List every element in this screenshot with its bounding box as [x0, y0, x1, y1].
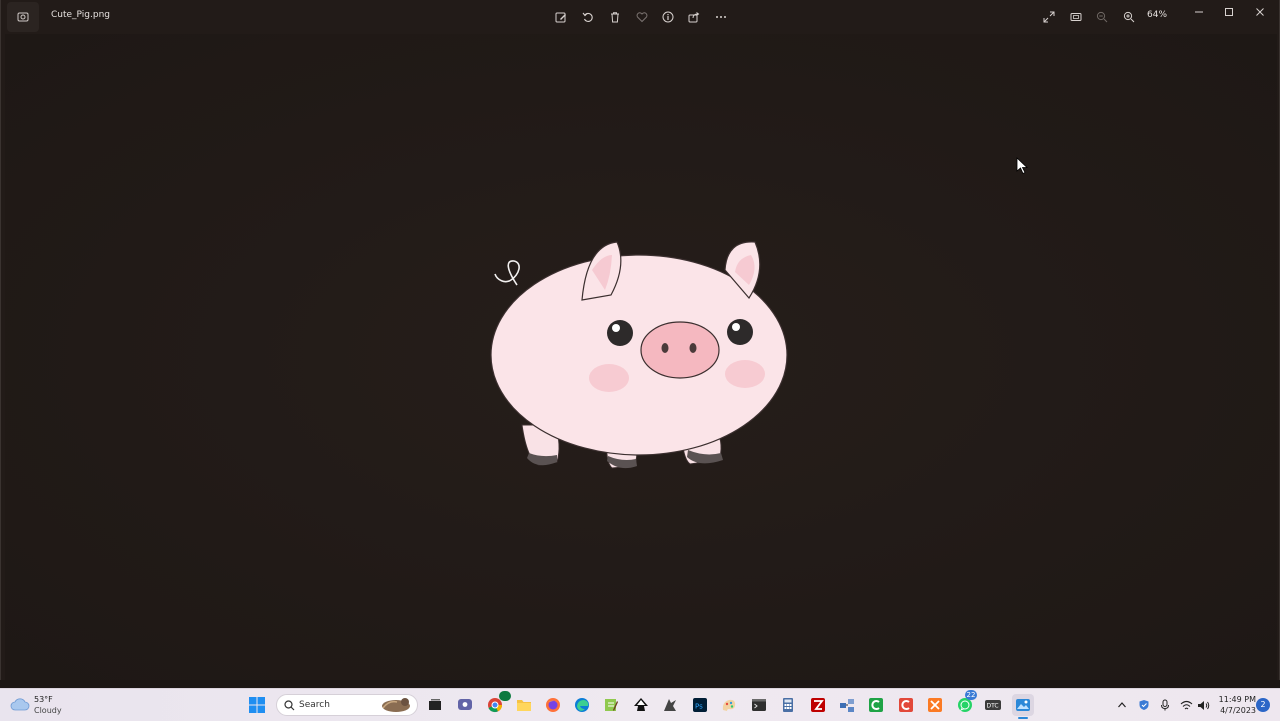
chevron-up-icon[interactable] [1111, 694, 1133, 716]
notification-badge[interactable]: 2 [1256, 698, 1270, 712]
rotate-icon[interactable] [579, 8, 597, 26]
chrome-icon[interactable] [484, 691, 511, 716]
info-icon[interactable] [659, 8, 677, 26]
status-strip [0, 680, 1280, 688]
minimize-button[interactable] [1184, 2, 1214, 22]
weather-temp: 53°F [34, 695, 53, 704]
more-icon[interactable] [712, 8, 730, 26]
notepad-plus-icon[interactable] [600, 694, 622, 716]
whatsapp-icon[interactable]: 22 [954, 690, 977, 716]
clock-time: 11:49 PM [1218, 695, 1256, 704]
zoom-out-icon[interactable] [1093, 8, 1111, 26]
weather-widget[interactable]: 53°F Cloudy [10, 693, 80, 717]
start-button[interactable] [246, 694, 268, 716]
weather-condition: Cloudy [34, 706, 62, 715]
title-bar: Cute_Pig.png 64% [1, 0, 1279, 34]
photoshop-icon[interactable]: Ps [689, 694, 711, 716]
search-highlight-icon [382, 698, 410, 712]
terminal-icon[interactable] [748, 694, 770, 716]
favorite-icon[interactable] [633, 8, 651, 26]
zoom-level[interactable]: 64% [1147, 10, 1167, 20]
svg-text:Ps: Ps [695, 703, 703, 711]
cloud-icon [10, 698, 30, 711]
taskbar: 53°F Cloudy Search Ps 22 DTC 11:49 PM 4/… [0, 688, 1280, 721]
teams-chat-icon[interactable] [454, 694, 476, 716]
edit-icon[interactable] [552, 8, 570, 26]
calculator-icon[interactable] [777, 694, 799, 716]
firefox-icon[interactable] [542, 694, 564, 716]
close-button[interactable] [1245, 2, 1275, 22]
share-icon[interactable] [685, 8, 703, 26]
photos-app-icon[interactable] [7, 2, 39, 32]
volume-icon[interactable] [1192, 694, 1214, 716]
security-shield-icon[interactable] [1133, 694, 1155, 716]
maximize-button[interactable] [1214, 2, 1244, 22]
delete-icon[interactable] [606, 8, 624, 26]
microphone-icon[interactable] [1154, 694, 1176, 716]
mouse-cursor-icon [1016, 157, 1028, 175]
fullscreen-icon[interactable] [1040, 8, 1058, 26]
svg-text:DTC: DTC [987, 703, 999, 710]
paint-icon[interactable] [718, 694, 740, 716]
snagit-icon[interactable] [895, 694, 917, 716]
file-explorer-icon[interactable] [513, 694, 535, 716]
system-clock[interactable]: 11:49 PM 4/7/2023 [1212, 694, 1256, 716]
blender-icon[interactable] [659, 694, 681, 716]
clock-date: 4/7/2023 [1220, 706, 1256, 715]
pig-image [490, 241, 788, 469]
windows-logo-icon [249, 697, 265, 713]
taskbar-search[interactable]: Search [276, 694, 418, 716]
file-name: Cute_Pig.png [51, 10, 110, 20]
fit-icon[interactable] [1067, 8, 1085, 26]
zoom-in-icon[interactable] [1120, 8, 1138, 26]
dtc-app-icon[interactable]: DTC [982, 694, 1004, 716]
photos-window: Cute_Pig.png 64% [0, 0, 1280, 688]
search-label: Search [299, 700, 330, 710]
photos-taskbar-icon[interactable] [1012, 694, 1034, 716]
task-view-icon[interactable] [424, 694, 446, 716]
camtasia-icon[interactable] [865, 694, 887, 716]
whatsapp-badge: 22 [965, 690, 977, 700]
chrome-badge [499, 691, 511, 701]
filezilla-icon[interactable] [807, 694, 829, 716]
network-tool-icon[interactable] [836, 694, 858, 716]
xampp-icon[interactable] [924, 694, 946, 716]
inkscape-icon[interactable] [630, 694, 652, 716]
active-app-indicator [1018, 717, 1028, 719]
edge-icon[interactable] [571, 694, 593, 716]
search-icon [284, 700, 295, 711]
